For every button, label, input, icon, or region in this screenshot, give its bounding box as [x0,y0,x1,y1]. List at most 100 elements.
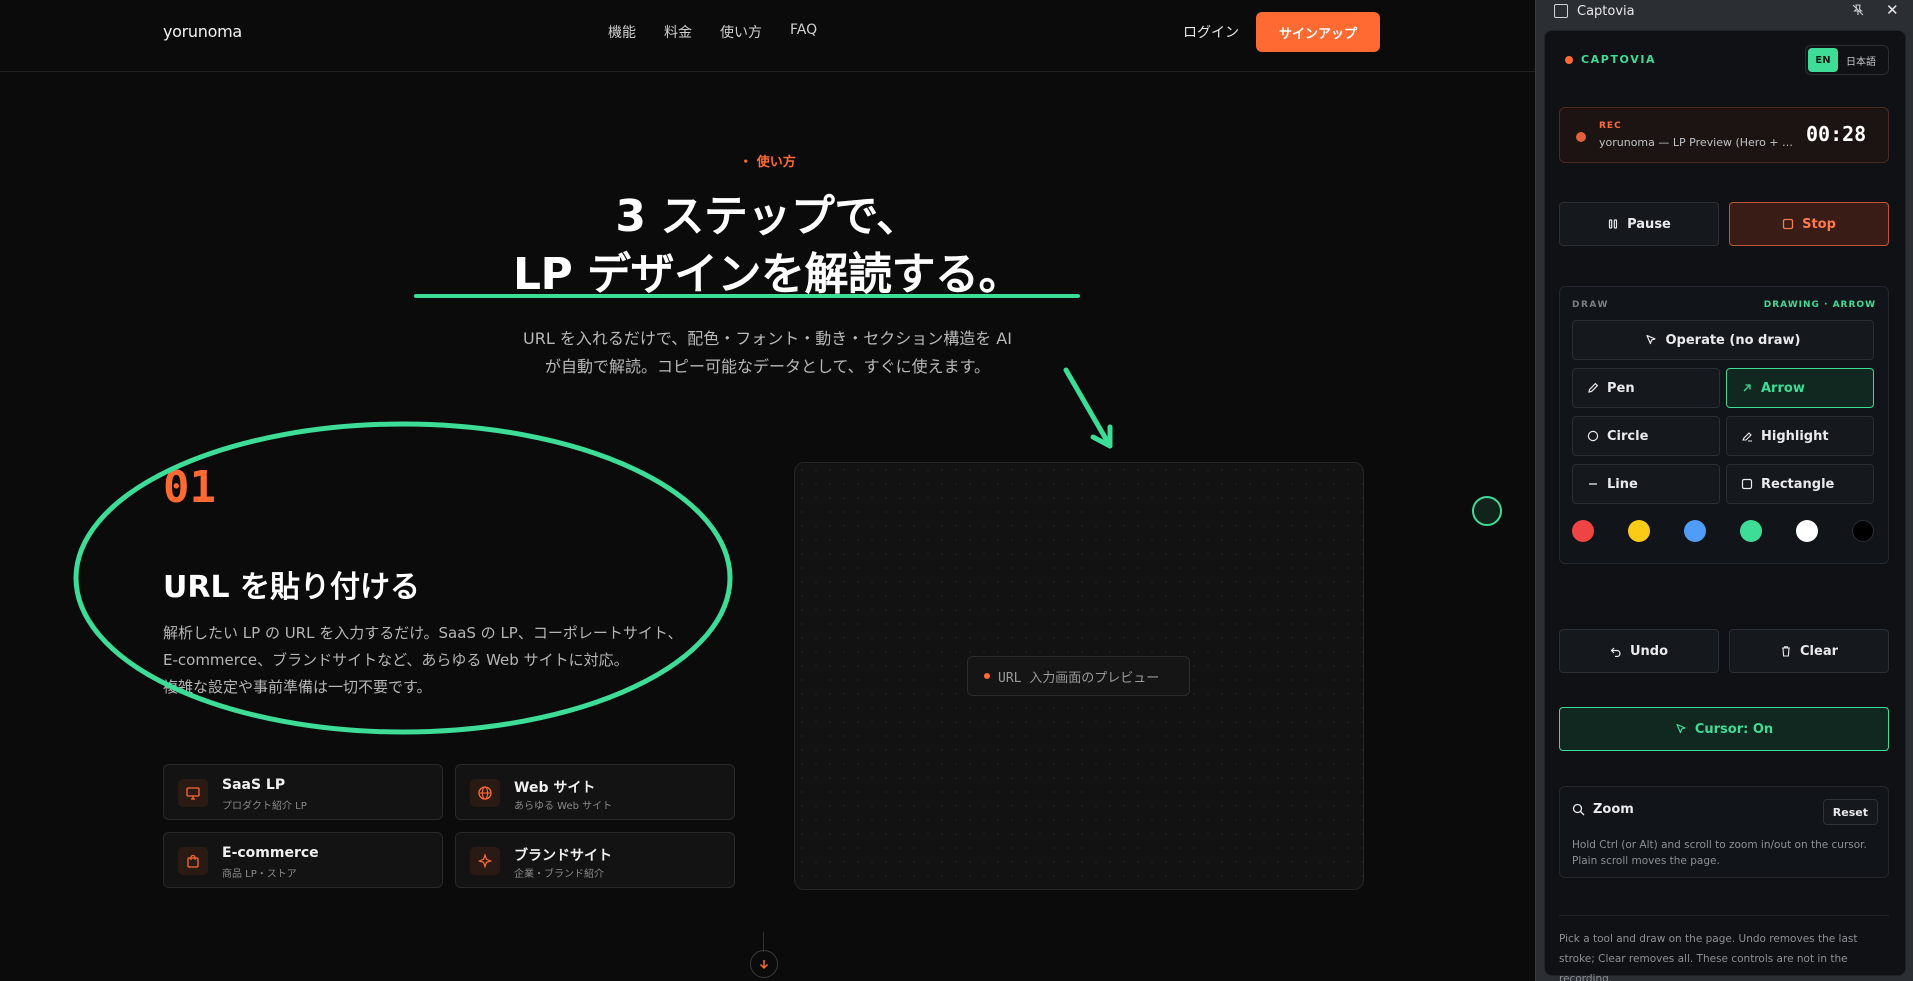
brand: CAPTOVIA [1565,53,1656,66]
pen-label: Pen [1607,380,1635,396]
arrow-down-icon [759,960,769,970]
cursor-icon [1676,723,1686,734]
section-subtitle: URL を入れるだけで、配色・フォント・動き・セクション構造を AI が自動で解… [0,325,1535,381]
pause-button[interactable]: Pause [1559,202,1719,246]
rectangle-label: Rectangle [1761,476,1835,492]
monitor-icon [178,779,208,807]
nav-link-faq[interactable]: FAQ [790,22,817,42]
trash-icon [1782,646,1790,657]
pen-tool-button[interactable]: Pen [1572,368,1720,408]
arrow-up-right-icon [1743,384,1751,392]
highlighter-icon [1742,432,1752,442]
login-link[interactable]: ログイン [1183,22,1239,42]
site-type-cards: SaaS LP プロダクト紹介 LP Web サイト あらゆる Web サイト … [163,764,735,888]
subtitle-line-1: URL を入れるだけで、配色・フォント・動き・セクション構造を AI [523,329,1012,348]
close-icon[interactable]: ✕ [1886,1,1899,19]
undo-icon [1610,647,1621,657]
stop-button[interactable]: Stop [1729,202,1889,246]
recording-timer: 00:28 [1806,122,1867,146]
brand-name: CAPTOVIA [1581,53,1657,66]
globe-icon [470,779,500,807]
captovia-panel: Captovia ✕ CAPTOVIA EN 日本語 REC yorunoma … [1535,0,1913,981]
pause-icon [1609,219,1618,229]
arrow-tool-button[interactable]: Arrow [1726,368,1874,408]
rectangle-tool-button[interactable]: Rectangle [1726,464,1874,504]
circle-label: Circle [1607,428,1649,444]
operate-button[interactable]: Operate (no draw) [1572,320,1874,360]
heading-line-1: 3 ステップで、 [615,191,920,242]
color-swatch-black[interactable] [1852,520,1874,542]
site-logo[interactable]: yorunoma [163,22,242,41]
line-label: Line [1607,476,1638,492]
status-dot-icon [984,673,990,679]
language-toggle: EN 日本語 [1805,45,1889,75]
circle-tool-button[interactable]: Circle [1572,416,1720,456]
zoom-section: Zoom Reset Hold Ctrl (or Alt) and scroll… [1559,786,1889,878]
footer-help-text: Pick a tool and draw on the page. Undo r… [1559,933,1858,981]
card-title: E-commerce [222,845,319,861]
color-swatch-white[interactable] [1796,520,1818,542]
color-swatch-blue[interactable] [1684,520,1706,542]
preview-label-text: URL 入力画面のプレビュー [998,670,1160,686]
search-icon [1572,803,1585,816]
zoom-title: Zoom [1572,802,1634,817]
underline-annotation [414,294,1080,298]
step-desc-line-1: 解析したい LP の URL を入力するだけ。SaaS の LP、コーポレートサ… [163,624,683,642]
card-title: ブランドサイト [514,848,612,864]
draw-section: DRAW DRAWING · ARROW Operate (no draw) P… [1559,286,1889,564]
preview-label: URL 入力画面のプレビュー [967,656,1190,696]
recording-status: REC yorunoma — LP Preview (Hero + Ho... … [1559,107,1889,163]
color-swatch-yellow[interactable] [1628,520,1650,542]
zoom-label: Zoom [1593,802,1634,817]
stop-icon [1782,218,1794,230]
step-title: URL を貼り付ける [163,570,421,605]
square-icon [1741,478,1753,490]
line-tool-button[interactable]: Line [1572,464,1720,504]
card-saas-lp: SaaS LP プロダクト紹介 LP [163,764,443,820]
signup-button[interactable]: サインアップ [1256,12,1380,52]
card-subtitle: あらゆる Web サイト [514,801,613,812]
top-nav: yorunoma 機能 料金 使い方 FAQ ログイン サインアップ [0,0,1535,72]
subtitle-line-2: が自動で解読。コピー可能なデータとして、すぐに使えます。 [544,357,991,376]
cursor-label: Cursor: On [1694,721,1774,737]
arrow-label: Arrow [1761,380,1805,396]
circle-icon [1587,430,1599,442]
pointer-icon [1646,334,1657,345]
highlight-label: Highlight [1761,428,1829,444]
step-desc-line-3: 複雑な設定や事前準備は一切不要です。 [163,678,432,696]
sparkle-icon [470,847,500,875]
cursor-toggle-button[interactable]: Cursor: On [1559,707,1889,751]
section-eyebrow: ・ 使い方 [739,155,796,170]
color-swatch-green[interactable] [1740,520,1762,542]
clear-label: Clear [1800,643,1838,659]
card-title: SaaS LP [222,777,286,793]
brand-dot-icon [1565,55,1573,64]
card-e-commerce: E-commerce 商品 LP・ストア [163,832,443,888]
landing-page: yorunoma 機能 料金 使い方 FAQ ログイン サインアップ ・ 使い方… [0,0,1535,981]
highlight-tool-button[interactable]: Highlight [1726,416,1874,456]
step-desc-line-2: E-commerce、ブランドサイトなど、あらゆる Web サイトに対応。 [163,651,629,669]
color-swatches [1572,520,1874,542]
lang-ja-button[interactable]: 日本語 [1842,53,1876,68]
scroll-down-button[interactable] [750,950,778,978]
clear-button[interactable]: Clear [1729,629,1889,673]
pause-label: Pause [1627,216,1671,232]
nav-links: 機能 料金 使い方 FAQ [608,22,817,42]
nav-link-how-to[interactable]: 使い方 [720,22,762,42]
color-swatch-red[interactable] [1572,520,1594,542]
zoom-help-text: Hold Ctrl (or Alt) and scroll to zoom in… [1572,839,1867,867]
nav-link-pricing[interactable]: 料金 [664,22,692,42]
lang-en-button[interactable]: EN [1808,48,1838,72]
step-description: 解析したい LP の URL を入力するだけ。SaaS の LP、コーポレートサ… [163,620,723,701]
card-title: Web サイト [514,780,596,796]
rec-label: REC [1599,121,1622,131]
draw-status: DRAWING · ARROW [1763,300,1876,310]
unpin-icon[interactable] [1851,3,1865,20]
zoom-reset-button[interactable]: Reset [1822,799,1878,825]
pen-icon [1588,382,1599,393]
card-subtitle: 商品 LP・ストア [222,869,297,880]
app-icon [1554,4,1568,18]
scroll-line [763,932,764,952]
nav-link-features[interactable]: 機能 [608,22,636,42]
undo-button[interactable]: Undo [1559,629,1719,673]
